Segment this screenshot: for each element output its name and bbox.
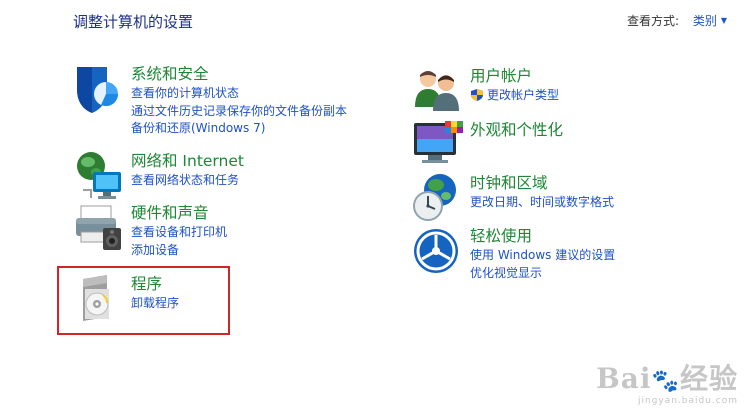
link-backup-restore[interactable]: 备份和还原(Windows 7) bbox=[131, 120, 347, 138]
link-change-account-type-label[interactable]: 更改帐户类型 bbox=[487, 88, 559, 102]
category-title-hardware-sound[interactable]: 硬件和声音 bbox=[131, 202, 227, 224]
view-by: 查看方式: 类别 ▼ bbox=[627, 12, 727, 29]
view-by-value[interactable]: 类别 bbox=[693, 14, 717, 28]
link-network-status[interactable]: 查看网络状态和任务 bbox=[131, 172, 244, 190]
link-windows-recommended-settings[interactable]: 使用 Windows 建议的设置 bbox=[470, 247, 615, 265]
highlight-box bbox=[57, 266, 230, 335]
watermark-url: jingyan.baidu.com bbox=[637, 396, 738, 406]
view-by-label: 查看方式: bbox=[627, 14, 680, 28]
ease-of-access-icon[interactable] bbox=[412, 225, 464, 277]
baidu-jingyan-watermark: Bai🐾经验 jingyan.baidu.com bbox=[596, 362, 738, 407]
category-title-clock-region[interactable]: 时钟和区域 bbox=[470, 172, 614, 194]
watermark-logo: Bai🐾经验 bbox=[596, 362, 738, 395]
link-change-date-time-format[interactable]: 更改日期、时间或数字格式 bbox=[470, 194, 614, 212]
category-title-user-accounts[interactable]: 用户帐户 bbox=[470, 65, 559, 87]
printer-icon[interactable] bbox=[73, 202, 125, 254]
link-change-account-type[interactable]: 更改帐户类型 bbox=[470, 87, 559, 105]
link-view-computer-status[interactable]: 查看你的计算机状态 bbox=[131, 85, 347, 103]
category-title-network[interactable]: 网络和 Internet bbox=[131, 150, 244, 172]
shield-icon[interactable] bbox=[73, 63, 125, 115]
chevron-down-icon[interactable]: ▼ bbox=[721, 16, 727, 25]
category-title-system-security[interactable]: 系统和安全 bbox=[131, 63, 347, 85]
users-icon[interactable] bbox=[412, 65, 464, 117]
link-file-history[interactable]: 通过文件历史记录保存你的文件备份副本 bbox=[131, 103, 347, 121]
category-title-ease-of-access[interactable]: 轻松使用 bbox=[470, 225, 615, 247]
page-title: 调整计算机的设置 bbox=[73, 13, 194, 31]
network-globe-icon[interactable] bbox=[73, 150, 125, 202]
link-optimize-visual-display[interactable]: 优化视觉显示 bbox=[470, 265, 615, 283]
monitor-palette-icon[interactable] bbox=[412, 119, 464, 171]
uac-shield-icon bbox=[471, 89, 483, 101]
view-by-dropdown[interactable]: 类别 ▼ bbox=[693, 14, 727, 28]
link-devices-printers[interactable]: 查看设备和打印机 bbox=[131, 224, 227, 242]
link-add-device[interactable]: 添加设备 bbox=[131, 242, 227, 260]
clock-globe-icon[interactable] bbox=[412, 172, 464, 224]
category-title-appearance[interactable]: 外观和个性化 bbox=[470, 119, 563, 141]
